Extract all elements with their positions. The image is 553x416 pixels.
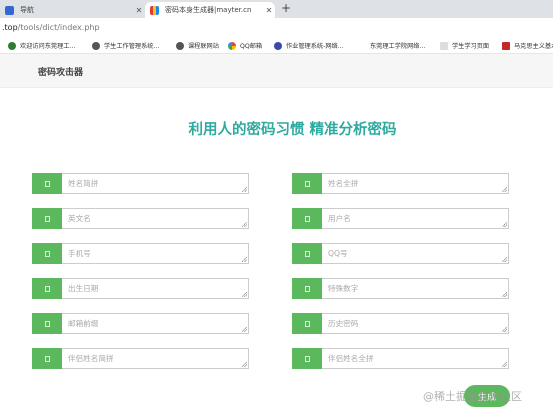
email-prefix-input[interactable]: 邮箱前缀 <box>62 313 249 334</box>
watermark: @稀土掘金技术社区 <box>423 390 522 403</box>
resize-handle-icon[interactable] <box>502 257 507 262</box>
field-addon <box>32 313 62 334</box>
english-name-field[interactable]: 英文名 <box>32 208 249 229</box>
full-name-input[interactable]: 姓名全拼 <box>322 173 509 194</box>
resize-handle-icon[interactable] <box>242 362 247 367</box>
globe-icon <box>176 41 184 50</box>
field-addon <box>32 173 62 194</box>
birthdate-input[interactable]: 出生日期 <box>62 278 249 299</box>
bookmark-item[interactable]: 东莞理工学院网络... <box>370 41 425 50</box>
resize-handle-icon[interactable] <box>242 187 247 192</box>
bookmark-item[interactable]: 学生工作管理系统... <box>92 41 159 50</box>
english-name-input[interactable]: 英文名 <box>62 208 249 229</box>
full-name-field[interactable]: 姓名全拼 <box>292 173 509 194</box>
field-addon <box>32 243 62 264</box>
field-addon <box>292 278 322 299</box>
field-icon <box>304 355 310 362</box>
phone-field[interactable]: 手机号 <box>32 243 249 264</box>
field-icon <box>304 250 310 257</box>
site-brand[interactable]: 密码攻击器 <box>38 65 83 78</box>
name-initials-field[interactable]: 姓名简拼 <box>32 173 249 194</box>
resize-handle-icon[interactable] <box>242 327 247 332</box>
field-icon <box>304 180 310 187</box>
partner-full-name-field[interactable]: 伴侣姓名全拼 <box>292 348 509 369</box>
tab-strip: 导航 ✕ 密码本身生成器|mayter.cn ✕ + <box>0 0 553 18</box>
chrome-icon <box>228 41 236 50</box>
resize-handle-icon[interactable] <box>242 222 247 227</box>
bookmark-item[interactable]: 马克思主义基本... <box>502 41 553 50</box>
shield-icon <box>5 5 14 15</box>
bookmark-item[interactable]: QQ邮箱 <box>228 41 262 50</box>
field-icon <box>44 355 50 362</box>
url-path: /tools/dict/index.php <box>17 22 100 32</box>
partner-initials-input[interactable]: 伴侣姓名简拼 <box>62 348 249 369</box>
resize-handle-icon[interactable] <box>502 292 507 297</box>
close-icon[interactable]: ✕ <box>263 6 275 15</box>
field-addon <box>32 348 62 369</box>
resize-handle-icon[interactable] <box>502 327 507 332</box>
phone-input[interactable]: 手机号 <box>62 243 249 264</box>
field-addon <box>292 208 322 229</box>
field-icon <box>44 320 50 327</box>
url-host: .top <box>2 22 18 32</box>
globe-icon <box>92 41 100 50</box>
name-initials-input[interactable]: 姓名简拼 <box>62 173 249 194</box>
new-tab-button[interactable]: + <box>281 1 291 15</box>
qq-input[interactable]: QQ号 <box>322 243 509 264</box>
username-field[interactable]: 用户名 <box>292 208 509 229</box>
site-header: 密码攻击器 <box>0 54 553 88</box>
username-input[interactable]: 用户名 <box>322 208 509 229</box>
tab-title: 导航 <box>20 6 34 14</box>
page-icon <box>440 41 448 50</box>
resize-handle-icon[interactable] <box>242 257 247 262</box>
field-icon <box>44 180 50 187</box>
qq-field[interactable]: QQ号 <box>292 243 509 264</box>
field-addon <box>292 348 322 369</box>
special-number-field[interactable]: 特殊数字 <box>292 278 509 299</box>
globe-icon <box>274 41 282 50</box>
field-icon <box>44 215 50 222</box>
field-icon <box>304 320 310 327</box>
field-addon <box>292 173 322 194</box>
email-prefix-field[interactable]: 邮箱前缀 <box>32 313 249 334</box>
resize-handle-icon[interactable] <box>502 187 507 192</box>
bookmark-item[interactable]: 欢迎访问东莞理工... <box>8 41 75 50</box>
bookmark-item[interactable]: 学生学习页面 <box>440 41 489 50</box>
birthdate-field[interactable]: 出生日期 <box>32 278 249 299</box>
resize-handle-icon[interactable] <box>502 222 507 227</box>
tab-active[interactable]: 密码本身生成器|mayter.cn ✕ <box>145 2 275 18</box>
flag-icon <box>502 41 510 50</box>
partner-initials-field[interactable]: 伴侣姓名简拼 <box>32 348 249 369</box>
resize-handle-icon[interactable] <box>242 292 247 297</box>
field-addon <box>32 208 62 229</box>
field-addon <box>292 243 322 264</box>
site-icon <box>150 5 159 15</box>
close-icon[interactable]: ✕ <box>133 6 145 15</box>
history-password-field[interactable]: 历史密码 <box>292 313 509 334</box>
field-icon <box>304 215 310 222</box>
partner-full-name-input[interactable]: 伴侣姓名全拼 <box>322 348 509 369</box>
bookmark-item[interactable]: 作业管理系统-网络... <box>274 41 344 50</box>
resize-handle-icon[interactable] <box>502 362 507 367</box>
bookmark-item[interactable]: 课程联网站 <box>176 41 219 50</box>
history-password-input[interactable]: 历史密码 <box>322 313 509 334</box>
tab-title: 密码本身生成器|mayter.cn <box>165 6 252 14</box>
bookmarks-bar: 欢迎访问东莞理工... 学生工作管理系统... 课程联网站 QQ邮箱 作业管理系… <box>0 36 553 54</box>
field-addon <box>292 313 322 334</box>
special-number-input[interactable]: 特殊数字 <box>322 278 509 299</box>
field-addon <box>32 278 62 299</box>
globe-icon <box>8 41 16 50</box>
tab-nav[interactable]: 导航 ✕ <box>0 2 145 18</box>
address-bar[interactable]: .top/tools/dict/index.php <box>0 18 553 36</box>
field-icon <box>44 285 50 292</box>
field-icon <box>304 285 310 292</box>
page-title: 利用人的密码习惯 精准分析密码 <box>188 122 397 138</box>
field-icon <box>44 250 50 257</box>
